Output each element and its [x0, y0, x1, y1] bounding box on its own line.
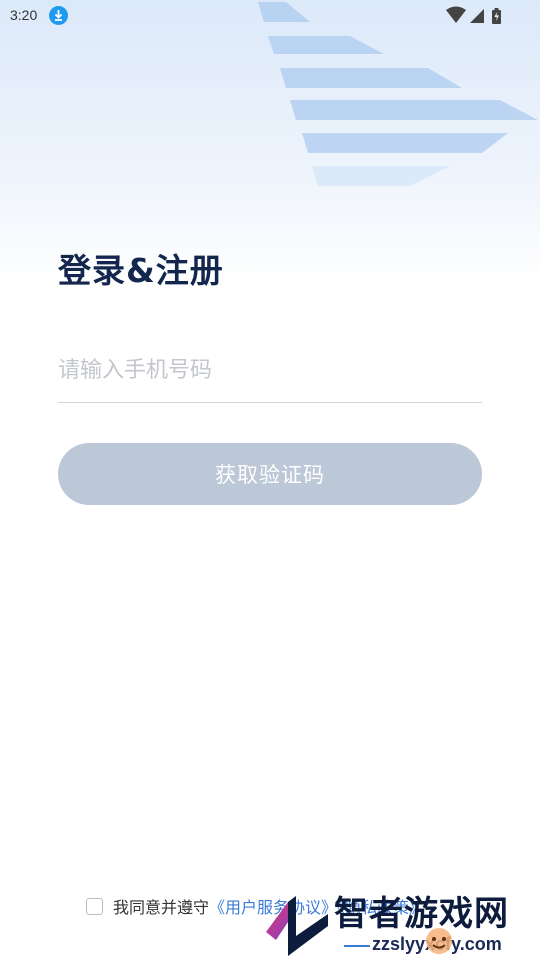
- status-time: 3:20: [10, 7, 38, 23]
- agreement-checkbox[interactable]: [86, 897, 103, 915]
- download-icon: [49, 6, 68, 25]
- decorative-stripes: [258, 2, 538, 186]
- watermark-logo-icon: [266, 896, 328, 956]
- watermark-badge-icon: [426, 928, 452, 954]
- page-title: 登录&注册: [58, 251, 224, 290]
- get-code-button[interactable]: 获取验证码: [58, 443, 482, 505]
- phone-input[interactable]: [58, 348, 482, 392]
- watermark-rule: [344, 945, 370, 947]
- agreement-text: 我同意并遵守: [113, 898, 210, 917]
- phone-field: [58, 340, 482, 403]
- watermark: 智者游戏网 zzslyyxcfy.com: [262, 888, 540, 960]
